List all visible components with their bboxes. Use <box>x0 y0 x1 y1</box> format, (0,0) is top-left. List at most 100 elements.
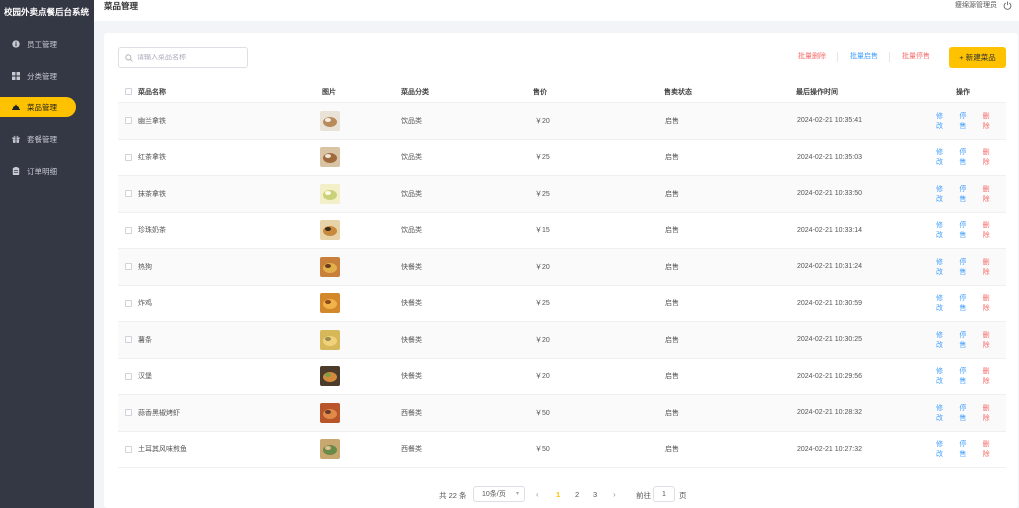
edit-button[interactable]: 修改 <box>936 257 949 277</box>
edit-button[interactable]: 修改 <box>936 220 949 240</box>
table-row: 炸鸡 快餐类 ￥25 启售 2024-02-21 10:30:59 修改 停售 … <box>118 286 1006 322</box>
dish-image <box>320 103 340 139</box>
delete-button[interactable]: 删除 <box>983 439 996 459</box>
row-checkbox[interactable] <box>125 117 132 125</box>
page-button-3[interactable]: 3 <box>593 490 597 499</box>
dish-status: 启售 <box>665 300 679 308</box>
dish-updated-time: 2024-02-21 10:33:14 <box>797 226 862 234</box>
dish-price: ￥25 <box>535 190 550 198</box>
page-size-select[interactable]: 10条/页 ▾ <box>473 486 525 502</box>
dish-name: 炸鸡 <box>138 300 152 308</box>
grid-icon <box>12 72 20 80</box>
dish-price: ￥20 <box>535 336 550 344</box>
toolbar-divider <box>837 52 838 62</box>
batch-delete-button[interactable]: 批量删除 <box>798 52 826 62</box>
dish-status: 启售 <box>665 117 679 125</box>
stop-sale-button[interactable]: 停售 <box>959 257 972 277</box>
stop-sale-button[interactable]: 停售 <box>959 147 972 167</box>
sidebar-item-orders[interactable]: 订单明细 <box>0 161 94 181</box>
goto-suffix: 页 <box>679 491 687 500</box>
page-button-2[interactable]: 2 <box>575 490 579 499</box>
row-checkbox[interactable] <box>125 409 132 417</box>
stop-sale-button[interactable]: 停售 <box>959 366 972 386</box>
row-checkbox[interactable] <box>125 226 132 234</box>
goto-label: 前往 <box>636 491 651 500</box>
prev-page-button[interactable]: ‹ <box>536 490 539 499</box>
dish-category: 饮品类 <box>401 227 422 235</box>
info-circle-icon <box>12 40 20 48</box>
page-title: 菜品管理 <box>104 1 139 11</box>
edit-button[interactable]: 修改 <box>936 293 949 313</box>
edit-button[interactable]: 修改 <box>936 184 949 204</box>
delete-button[interactable]: 删除 <box>983 147 996 167</box>
sidebar-item-combos[interactable]: 套餐管理 <box>0 129 94 149</box>
row-checkbox[interactable] <box>125 190 132 198</box>
row-checkbox[interactable] <box>125 372 132 380</box>
dish-status: 启售 <box>665 336 679 344</box>
toolbar-divider <box>889 52 890 62</box>
delete-button[interactable]: 删除 <box>983 111 996 131</box>
delete-button[interactable]: 删除 <box>983 366 996 386</box>
dish-name: 土耳其风味煎鱼 <box>138 446 187 454</box>
row-checkbox[interactable] <box>125 263 132 271</box>
delete-button[interactable]: 删除 <box>983 403 996 423</box>
delete-button[interactable]: 删除 <box>983 220 996 240</box>
row-checkbox[interactable] <box>125 445 132 453</box>
edit-button[interactable]: 修改 <box>936 147 949 167</box>
delete-button[interactable]: 删除 <box>983 293 996 313</box>
search-box[interactable] <box>118 47 248 68</box>
page-button-1[interactable]: 1 <box>556 490 560 499</box>
dish-price: ￥25 <box>535 300 550 308</box>
table-row: 热狗 快餐类 ￥20 启售 2024-02-21 10:31:24 修改 停售 … <box>118 249 1006 286</box>
row-checkbox[interactable] <box>125 153 132 161</box>
clipboard-icon <box>12 167 20 175</box>
dish-status: 启售 <box>665 446 679 454</box>
select-all-checkbox[interactable] <box>125 88 132 95</box>
sidebar-item-dishes[interactable]: 菜品管理 <box>0 97 76 117</box>
dish-updated-time: 2024-02-21 10:28:32 <box>797 409 862 417</box>
sidebar-item-employees[interactable]: 员工管理 <box>0 34 94 54</box>
row-actions: 修改 停售 删除 <box>936 103 1006 139</box>
delete-button[interactable]: 删除 <box>983 257 996 277</box>
table-row: 薯条 快餐类 ￥20 启售 2024-02-21 10:30:25 修改 停售 … <box>118 322 1006 359</box>
stop-sale-button[interactable]: 停售 <box>959 184 972 204</box>
stop-sale-button[interactable]: 停售 <box>959 439 972 459</box>
edit-button[interactable]: 修改 <box>936 111 949 131</box>
next-page-button[interactable]: › <box>613 490 616 499</box>
edit-button[interactable]: 修改 <box>936 366 949 386</box>
stop-sale-button[interactable]: 停售 <box>959 220 972 240</box>
power-icon[interactable] <box>1003 1 1012 10</box>
table-row: 蒜香黑椒烤虾 西餐类 ￥50 启售 2024-02-21 10:28:32 修改… <box>118 395 1006 432</box>
sidebar-item-categories[interactable]: 分类管理 <box>0 66 94 86</box>
batch-enable-button[interactable]: 批量启售 <box>850 52 878 62</box>
table-row: 土耳其风味煎鱼 西餐类 ￥50 启售 2024-02-21 10:27:32 修… <box>118 432 1006 468</box>
edit-button[interactable]: 修改 <box>936 330 949 350</box>
dish-table: 菜品名称 图片 菜品分类 售价 售卖状态 最后操作时间 操作 幽兰拿铁 饮品类 … <box>118 81 1006 468</box>
row-actions: 修改 停售 删除 <box>936 432 1006 468</box>
search-input[interactable] <box>137 54 245 61</box>
row-actions: 修改 停售 删除 <box>936 322 1006 358</box>
stop-sale-button[interactable]: 停售 <box>959 293 972 313</box>
stop-sale-button[interactable]: 停售 <box>959 111 972 131</box>
column-header-image: 图片 <box>322 88 336 96</box>
stop-sale-button[interactable]: 停售 <box>959 330 972 350</box>
dish-price: ￥50 <box>535 446 550 454</box>
column-header-price: 售价 <box>533 88 547 96</box>
dish-price: ￥20 <box>535 263 550 271</box>
edit-button[interactable]: 修改 <box>936 403 949 423</box>
row-checkbox[interactable] <box>125 336 132 344</box>
dish-name: 红茶拿铁 <box>138 154 166 162</box>
goto-page-input[interactable] <box>653 486 675 502</box>
stop-sale-button[interactable]: 停售 <box>959 403 972 423</box>
app-title: 校园外卖点餐后台系统 <box>4 7 90 17</box>
delete-button[interactable]: 删除 <box>983 184 996 204</box>
user-name[interactable]: 瘦绵源管理员 <box>955 0 997 11</box>
row-checkbox[interactable] <box>125 299 132 307</box>
batch-disable-button[interactable]: 批量停售 <box>902 52 930 62</box>
dish-image <box>320 249 340 285</box>
edit-button[interactable]: 修改 <box>936 439 949 459</box>
new-dish-button[interactable]: + 新建菜品 <box>949 47 1006 68</box>
sidebar-item-label: 员工管理 <box>27 39 57 49</box>
dish-list-card: 批量删除 批量启售 批量停售 + 新建菜品 菜品名称 图片 菜品分类 售价 售卖… <box>104 33 1018 508</box>
delete-button[interactable]: 删除 <box>983 330 996 350</box>
